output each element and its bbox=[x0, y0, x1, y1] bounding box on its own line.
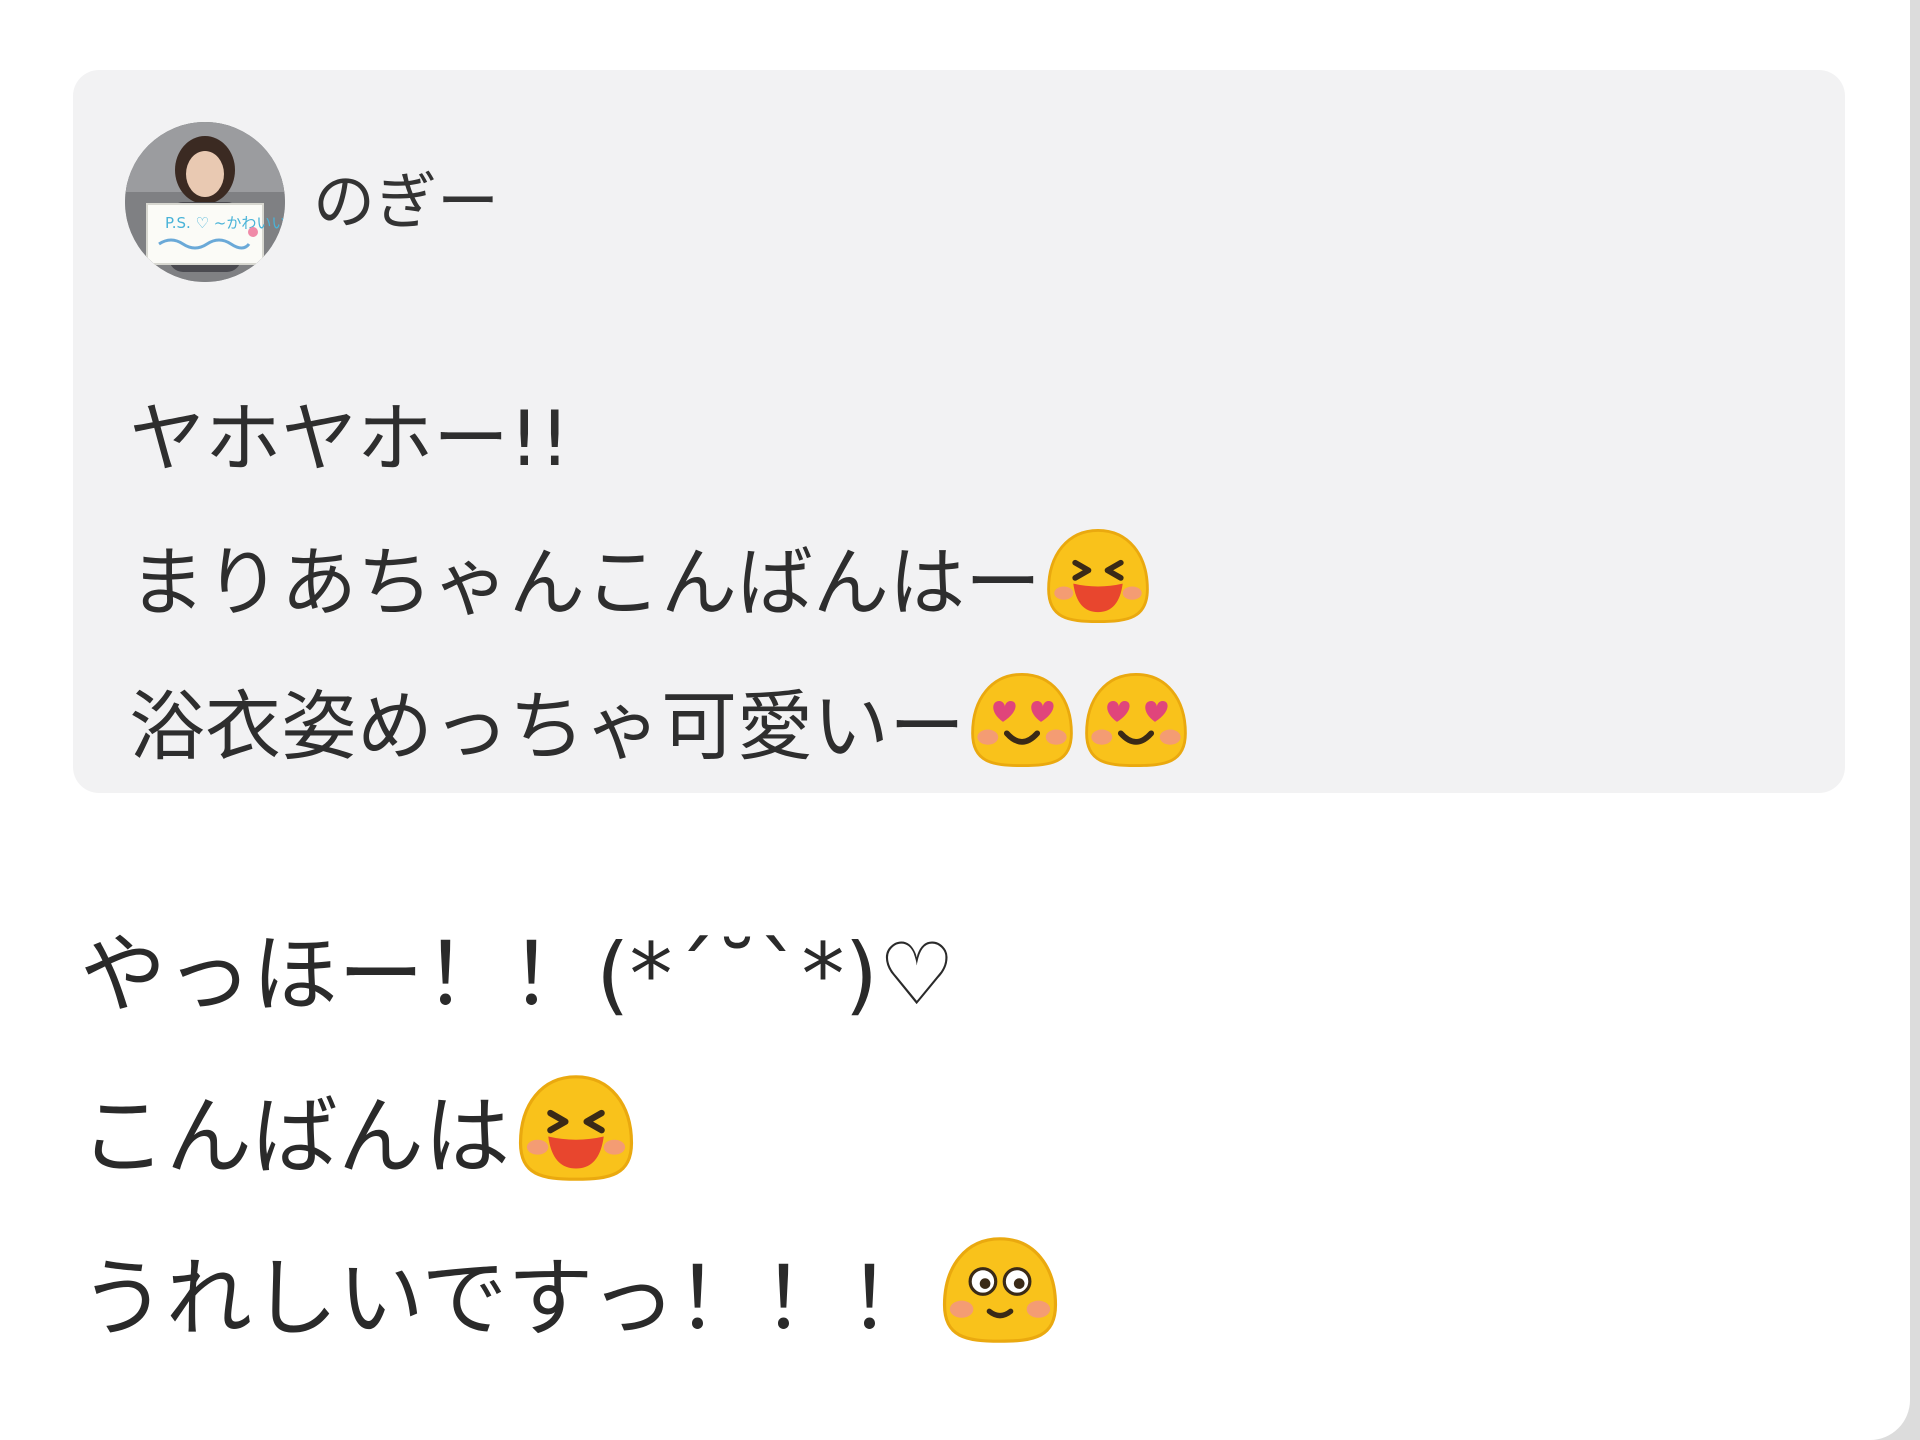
reply-line-2: こんばんは bbox=[80, 1047, 1064, 1209]
flushed-smile-face-icon bbox=[936, 1234, 1064, 1346]
quoted-comment-body: ヤホヤホー!! まりあちゃんこんばんはー 浴衣姿めっちゃ可愛いー bbox=[129, 360, 1193, 792]
reply-line-text: やっほー！！(*´˘`*)♡ bbox=[80, 924, 956, 1025]
reply-body: やっほー！！(*´˘`*)♡ こんばんは うれしいですっ！！！ bbox=[80, 885, 1064, 1371]
heart-eyes-face-icon bbox=[1079, 670, 1193, 770]
message-card: P.S. ♡ ~かわいい~ のぎー ヤホヤホー!! まりあちゃんこんばんはー bbox=[0, 0, 1910, 1440]
reply-line-text: うれしいですっ！！！ bbox=[80, 1248, 934, 1349]
quoted-line-1: ヤホヤホー!! bbox=[129, 360, 1193, 504]
reply-line-text: こんばんは bbox=[80, 1086, 510, 1187]
grinning-squint-face-icon bbox=[512, 1072, 640, 1184]
avatar[interactable]: P.S. ♡ ~かわいい~ bbox=[125, 122, 285, 282]
comment-author-name[interactable]: のぎー bbox=[313, 158, 499, 246]
heart-eyes-face-icon bbox=[965, 670, 1079, 770]
quoted-comment[interactable]: P.S. ♡ ~かわいい~ のぎー ヤホヤホー!! まりあちゃんこんばんはー bbox=[73, 70, 1845, 793]
quoted-line-text: まりあちゃんこんばんはー bbox=[129, 538, 1041, 627]
quoted-line-text: ヤホヤホー!! bbox=[129, 394, 570, 483]
grinning-squint-face-icon bbox=[1041, 526, 1155, 626]
reply-line-3: うれしいですっ！！！ bbox=[80, 1209, 1064, 1371]
reply-line-1: やっほー！！(*´˘`*)♡ bbox=[80, 885, 1064, 1047]
quoted-line-text: 浴衣姿めっちゃ可愛いー bbox=[129, 682, 965, 771]
quoted-line-3: 浴衣姿めっちゃ可愛いー bbox=[129, 648, 1193, 792]
quoted-line-2: まりあちゃんこんばんはー bbox=[129, 504, 1193, 648]
avatar-photo: P.S. ♡ ~かわいい~ bbox=[125, 122, 285, 282]
avatar-sign-text: P.S. ♡ ~かわいい~ bbox=[165, 214, 285, 232]
